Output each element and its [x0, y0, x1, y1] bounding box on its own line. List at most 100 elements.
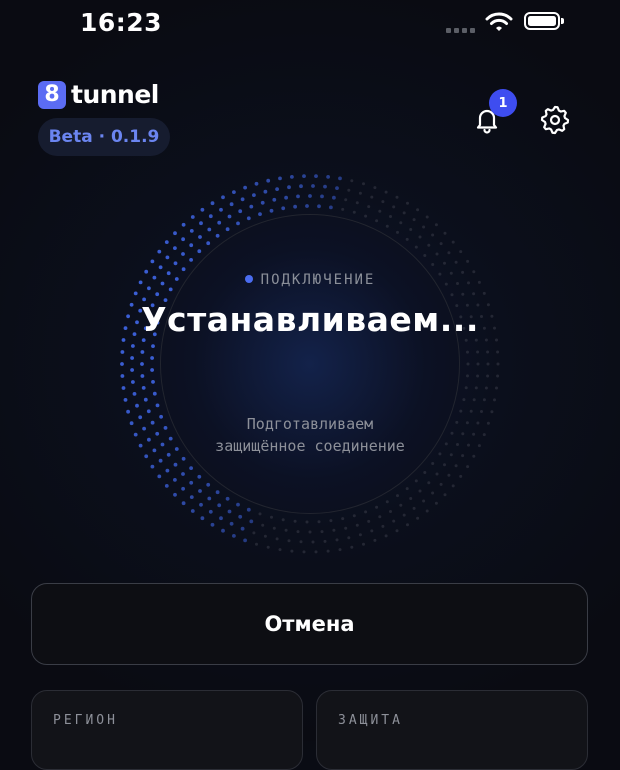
ring-dot — [370, 529, 374, 533]
ring-dot — [299, 540, 303, 544]
ring-dot — [266, 178, 271, 183]
ring-dot — [450, 293, 454, 297]
ring-dot — [314, 174, 318, 179]
ring-dot — [362, 542, 365, 546]
ring-dot — [439, 482, 443, 486]
ring-dot — [443, 463, 446, 467]
ring-dot — [120, 374, 125, 378]
region-card[interactable]: РЕГИОН — [31, 690, 303, 770]
ring-dot — [435, 252, 439, 256]
ring-dot — [227, 214, 232, 219]
ring-dot — [189, 466, 194, 470]
ring-dot — [416, 208, 420, 212]
ring-dot — [402, 211, 406, 215]
ring-dot — [227, 509, 232, 514]
ring-dot — [140, 362, 144, 366]
ring-dot — [439, 242, 443, 246]
ring-dot — [290, 175, 294, 179]
ring-dot — [189, 229, 194, 233]
ring-dot — [496, 374, 500, 378]
ring-dot — [395, 529, 399, 533]
ring-dot — [314, 550, 318, 554]
ring-dot — [143, 397, 148, 402]
ring-dot — [425, 509, 429, 513]
ring-dot — [320, 194, 324, 199]
ring-dot — [135, 403, 139, 408]
ring-dot — [409, 228, 413, 231]
ring-dot — [459, 250, 463, 254]
ring-dot — [425, 215, 429, 219]
ring-dot — [422, 225, 426, 229]
ring-dot — [443, 231, 447, 235]
ring-dot — [308, 194, 312, 198]
ring-dot — [447, 473, 451, 477]
connection-status-label: ПОДКЛЮЧЕНИЕ — [0, 272, 620, 288]
ring-dot — [296, 530, 300, 534]
ring-dot — [243, 538, 248, 543]
ring-dot — [165, 468, 170, 473]
ring-dot — [258, 212, 262, 217]
ring-dot — [140, 350, 145, 354]
ring-dot — [367, 205, 371, 209]
ring-dot — [275, 187, 279, 192]
ring-dot — [472, 398, 476, 402]
ring-dot — [302, 174, 306, 179]
ring-dot — [486, 362, 490, 366]
ring-dot — [181, 267, 186, 272]
ring-dot — [329, 519, 333, 523]
ring-dot — [278, 176, 282, 181]
ring-dot — [278, 548, 282, 552]
ring-dot — [240, 526, 245, 531]
ring-dot — [219, 207, 223, 212]
ring-dot — [373, 538, 377, 542]
ring-dot — [270, 515, 273, 519]
ring-dot — [454, 464, 458, 468]
ring-dot — [352, 210, 356, 214]
ring-dot — [287, 539, 291, 543]
ring-dot — [434, 501, 438, 505]
ring-dot — [299, 184, 303, 189]
ring-dot — [181, 472, 185, 476]
cancel-button[interactable]: Отмена — [31, 583, 588, 665]
ring-dot — [454, 260, 458, 264]
ring-dot — [406, 523, 409, 527]
ring-dot — [347, 536, 351, 540]
ring-dot — [341, 517, 345, 521]
ring-dot — [422, 499, 426, 503]
ring-dot — [284, 195, 288, 200]
protection-card[interactable]: ЗАЩИТА — [316, 690, 588, 770]
ring-dot — [197, 474, 202, 479]
ring-dot — [155, 403, 160, 408]
ring-dot — [352, 514, 356, 518]
ring-dot — [238, 209, 243, 214]
ring-dot — [427, 481, 431, 485]
ring-dot — [332, 528, 336, 532]
ring-dot — [435, 472, 439, 476]
ring-dot — [385, 224, 389, 228]
ring-dot — [323, 539, 327, 543]
ring-dot — [284, 528, 288, 532]
ring-dot — [249, 519, 254, 524]
ring-dot — [120, 350, 125, 354]
ring-dot — [459, 474, 463, 478]
ring-dot — [389, 215, 392, 218]
ring-dot — [474, 386, 478, 390]
ring-dot — [293, 204, 297, 209]
ring-dot — [431, 462, 435, 465]
ring-dot — [375, 505, 379, 509]
ring-dot — [476, 350, 480, 354]
ring-dot — [402, 513, 406, 517]
ring-dot — [496, 350, 500, 354]
ring-dot — [243, 185, 248, 190]
ring-dot — [466, 350, 469, 354]
ring-dot — [131, 380, 135, 384]
ring-dot — [378, 515, 382, 519]
ring-dot — [281, 206, 286, 211]
ring-dot — [412, 218, 416, 222]
ring-dot — [350, 179, 354, 183]
ring-dot — [344, 526, 348, 530]
ring-dot — [158, 458, 163, 463]
ring-dot — [496, 362, 500, 366]
region-card-label: РЕГИОН — [53, 713, 118, 728]
ring-dot — [406, 201, 409, 205]
